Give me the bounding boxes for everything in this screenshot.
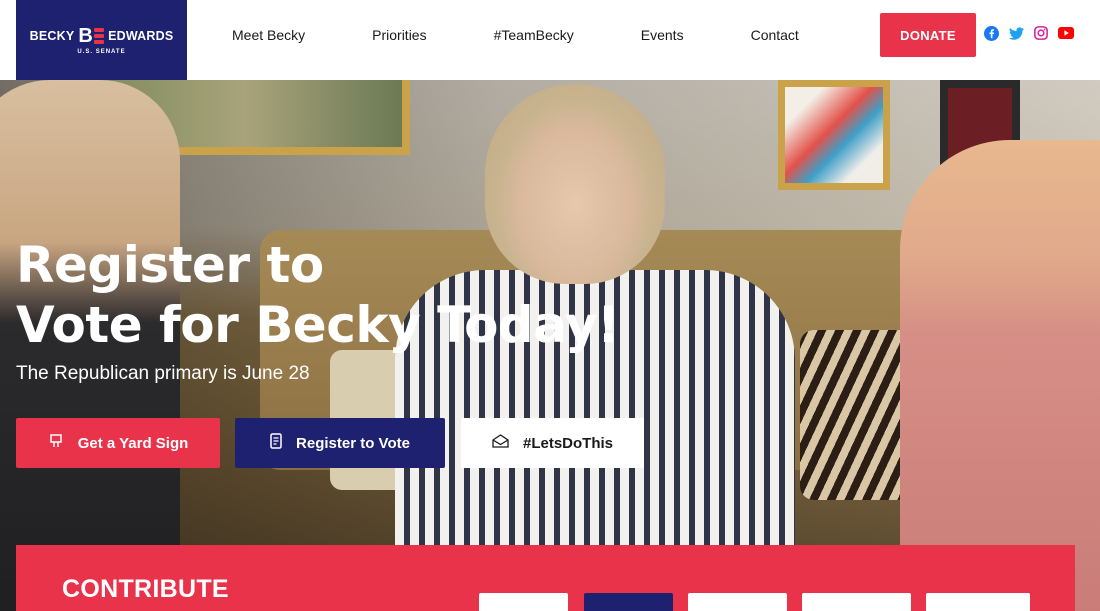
social-links — [983, 25, 1074, 41]
instagram-icon[interactable] — [1033, 25, 1049, 41]
donation-amount-option[interactable] — [479, 593, 568, 611]
register-label: Register to Vote — [296, 434, 410, 452]
site-logo[interactable]: BECKY B EDWARDS U.S. SENATE — [16, 0, 187, 80]
logo-mark: B — [78, 24, 105, 47]
facebook-icon[interactable] — [983, 25, 999, 41]
hero-title: Register to Vote for Becky Today! — [16, 235, 620, 355]
donation-amount-option[interactable] — [802, 593, 911, 611]
nav-item-meet-becky[interactable]: Meet Becky — [232, 27, 305, 43]
envelope-icon — [492, 434, 509, 452]
lets-do-this-button[interactable]: #LetsDoThis — [461, 418, 644, 468]
nav-item-priorities[interactable]: Priorities — [372, 27, 426, 43]
yard-sign-icon — [48, 433, 64, 453]
logo-mark-letter: B — [78, 24, 94, 47]
logo-flag-stripes — [94, 27, 105, 44]
contribute-title: CONTRIBUTE — [62, 575, 229, 603]
donation-amount-option[interactable] — [688, 593, 787, 611]
logo-first-name: BECKY — [29, 28, 75, 43]
photo-person-right — [900, 140, 1100, 611]
main-nav: Meet Becky Priorities #TeamBecky Events … — [210, 0, 844, 70]
nav-item-teambecky[interactable]: #TeamBecky — [494, 27, 574, 43]
register-to-vote-button[interactable]: Register to Vote — [235, 418, 445, 468]
twitter-icon[interactable] — [1008, 25, 1024, 41]
hero-title-line2: Vote for Becky Today! — [16, 296, 620, 354]
logo-last-name: EDWARDS — [108, 28, 174, 43]
hero-section: Register to Vote for Becky Today! The Re… — [0, 80, 1100, 611]
site-header: BECKY B EDWARDS U.S. SENATE Meet Becky P… — [0, 0, 1100, 80]
contribute-panel: CONTRIBUTE — [16, 545, 1075, 611]
donation-amount-option[interactable] — [926, 593, 1030, 611]
youtube-icon[interactable] — [1058, 25, 1074, 41]
yard-sign-label: Get a Yard Sign — [77, 434, 189, 452]
background-painting — [778, 80, 890, 190]
donation-amount-option[interactable] — [584, 593, 673, 611]
nav-item-events[interactable]: Events — [641, 27, 684, 43]
lets-do-this-label: #LetsDoThis — [522, 434, 613, 452]
donate-button[interactable]: DONATE — [880, 13, 976, 57]
hero-subtitle: The Republican primary is June 28 — [16, 363, 310, 384]
nav-item-contact[interactable]: Contact — [751, 27, 799, 43]
phone-icon — [270, 433, 282, 453]
yard-sign-button[interactable]: Get a Yard Sign — [16, 418, 220, 468]
logo-wordmark: BECKY B EDWARDS — [30, 26, 174, 46]
hero-title-line1: Register to — [16, 236, 324, 294]
logo-subtitle: U.S. SENATE — [77, 48, 126, 55]
